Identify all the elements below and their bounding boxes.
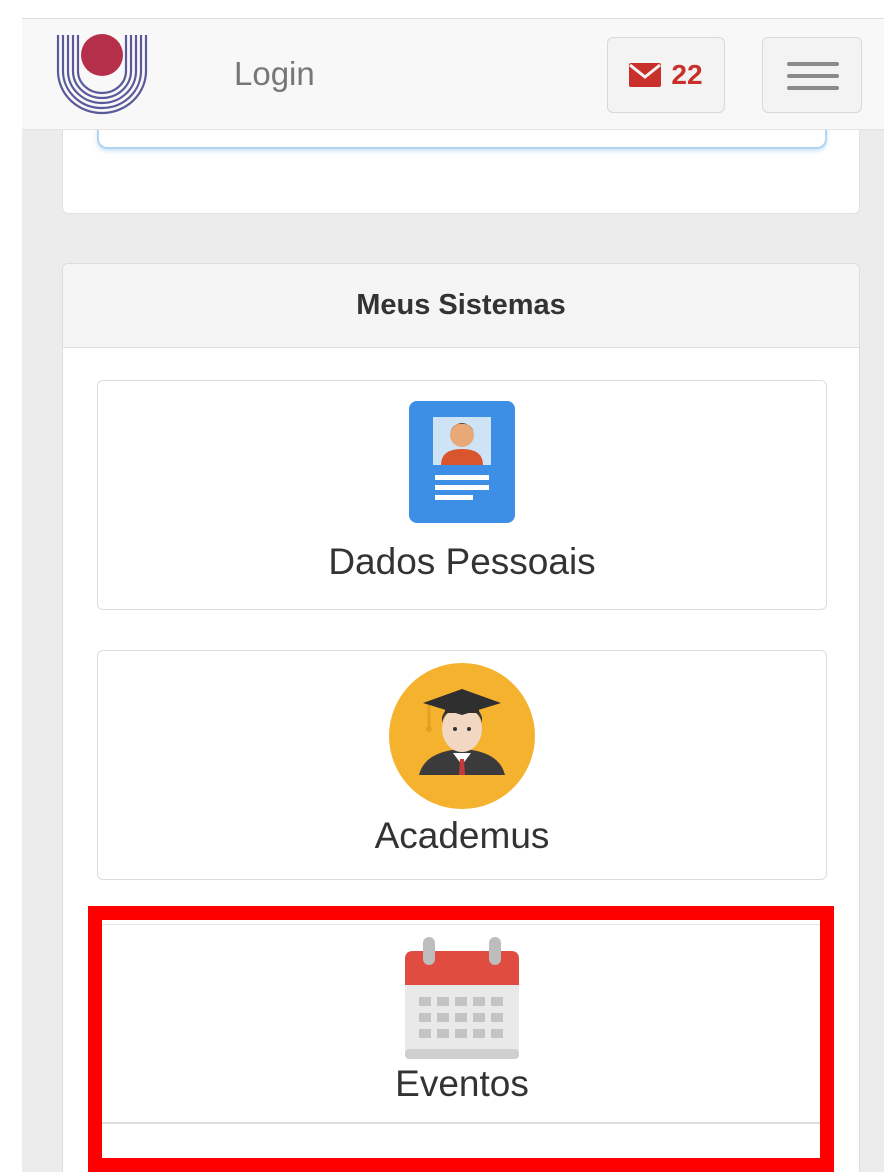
system-card-dados-pessoais[interactable]: Dados Pessoais (97, 380, 827, 610)
system-card-academus[interactable]: Academus (97, 650, 827, 880)
personal-id-card-icon (409, 401, 515, 523)
envelope-icon (629, 63, 662, 87)
messages-count: 22 (671, 59, 703, 90)
messages-button[interactable]: 22 (607, 37, 725, 113)
app-screen: Login 22 Meus Sistemas Dados Pessoais Ac… (22, 18, 884, 1172)
system-label: Academus (374, 815, 550, 856)
login-link[interactable]: Login (234, 55, 315, 93)
menu-toggle-button[interactable] (762, 37, 862, 113)
system-label: Dados Pessoais (328, 541, 596, 582)
navbar: Login 22 (22, 18, 884, 130)
systems-panel: Meus Sistemas Dados Pessoais Academus Ev… (62, 263, 860, 1172)
calendar-icon (405, 937, 519, 1059)
system-label: Eventos (395, 1063, 529, 1104)
panel-heading: Meus Sistemas (63, 264, 859, 348)
system-card-eventos[interactable]: Eventos (97, 924, 827, 1124)
university-logo[interactable] (56, 29, 148, 115)
graduate-avatar-icon (389, 663, 535, 809)
